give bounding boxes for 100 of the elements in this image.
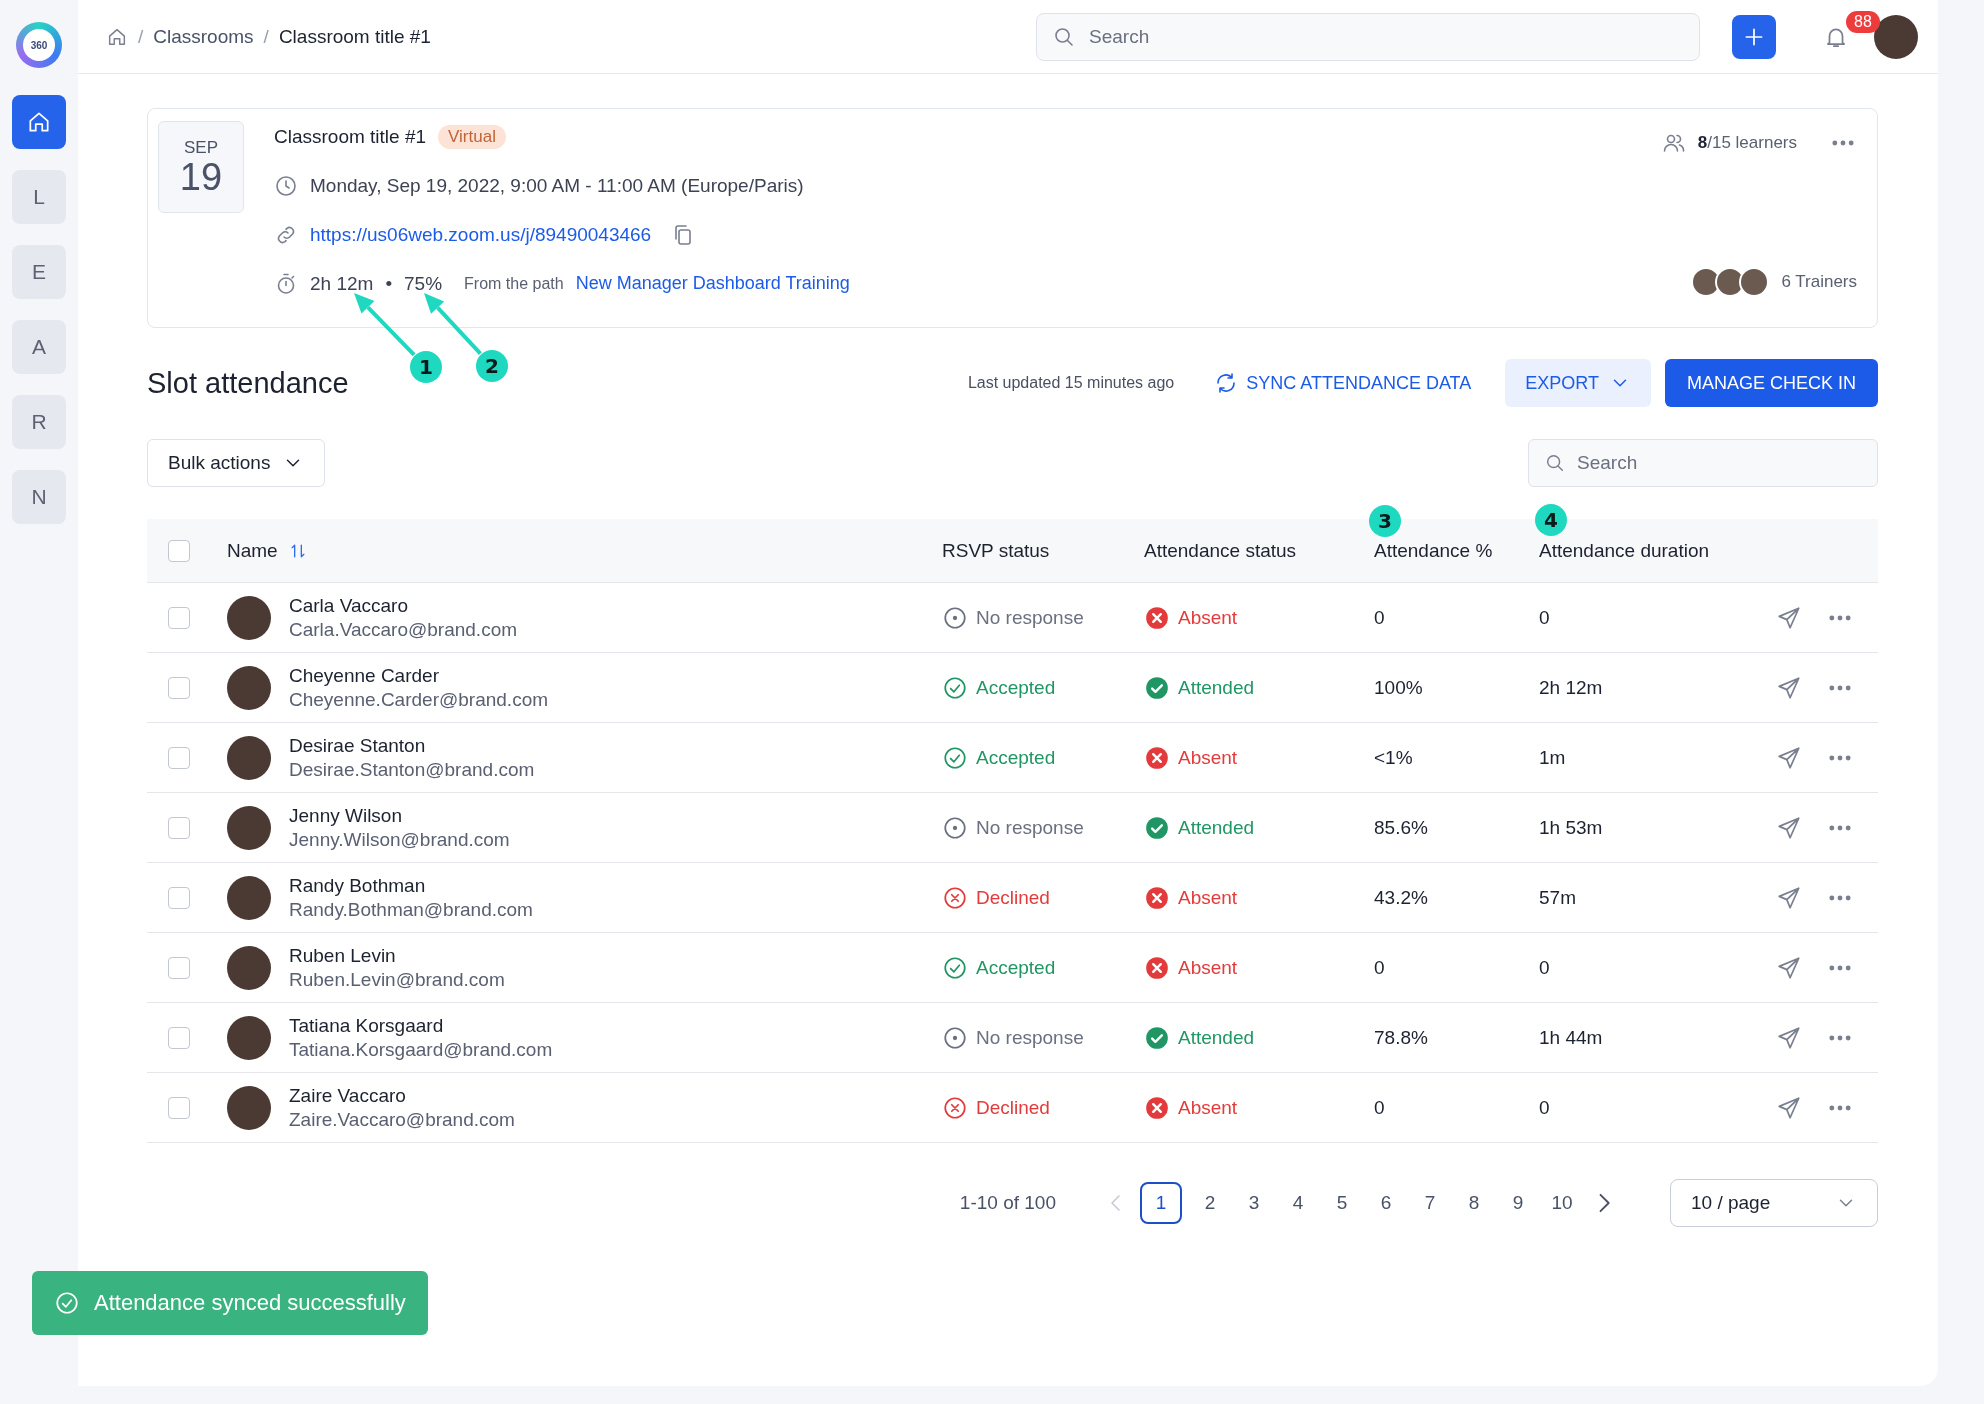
page-number[interactable]: 1	[1140, 1182, 1182, 1224]
person-name: Desirae Stanton	[289, 734, 427, 757]
page-number[interactable]: 6	[1370, 1184, 1402, 1222]
sidebar-item[interactable]: A	[12, 320, 66, 374]
completion-percent: 75%	[404, 272, 443, 295]
meeting-link[interactable]: https://us06web.zoom.us/j/89490043466	[310, 223, 652, 246]
person-email: Tatiana.Korsgaard@brand.com	[289, 1038, 553, 1061]
person-avatar	[227, 1085, 271, 1130]
page-number[interactable]: 5	[1326, 1184, 1358, 1222]
rsvp-status: No response	[976, 816, 1084, 839]
checkbox[interactable]	[168, 956, 190, 979]
checkbox[interactable]	[168, 539, 190, 562]
date-day: 19	[179, 158, 223, 196]
sidebar-item[interactable]: E	[12, 245, 66, 299]
send-icon[interactable]	[1776, 604, 1802, 631]
sidebar-item[interactable]: R	[12, 395, 66, 449]
date-month: SEP	[184, 138, 218, 158]
table-cell: <1%	[1374, 746, 1413, 769]
annotation-marker: 1	[410, 351, 442, 383]
trainers-count[interactable]: 6 Trainers	[1781, 271, 1857, 292]
toast-message: Attendance synced successfully	[94, 1290, 406, 1316]
person-email: Jenny.Wilson@brand.com	[289, 828, 510, 851]
search-field[interactable]: Search	[1036, 12, 1700, 61]
send-icon[interactable]	[1776, 674, 1802, 701]
person-name: Tatiana Korsgaard	[289, 1014, 445, 1037]
rsvp-status: No response	[976, 1026, 1084, 1049]
rsvp-status: No response	[976, 606, 1084, 629]
duration-text: 2h 12m	[310, 272, 374, 295]
send-icon[interactable]	[1776, 954, 1802, 981]
column-header[interactable]: Attendance duration	[1539, 539, 1710, 562]
attendance-status: Attended	[1178, 1026, 1255, 1049]
person-name: Ruben Levin	[289, 944, 397, 967]
table-cell: 0	[1374, 606, 1385, 629]
attendance-status: Absent	[1178, 886, 1238, 909]
send-icon[interactable]	[1776, 744, 1802, 771]
table-cell: 85.6%	[1374, 816, 1428, 839]
add-button[interactable]	[1732, 14, 1776, 59]
column-header[interactable]: Attendance status	[1144, 539, 1297, 562]
checkbox[interactable]	[168, 886, 190, 909]
schedule-text: Monday, Sep 19, 2022, 9:00 AM - 11:00 AM (Europe/Paris)	[310, 174, 804, 197]
page-number[interactable]: 2	[1194, 1184, 1226, 1222]
check-circle-icon	[54, 1290, 80, 1316]
page-number[interactable]: 8	[1458, 1184, 1490, 1222]
column-header[interactable]: Name	[227, 539, 278, 562]
clock-icon	[274, 173, 298, 198]
breadcrumb-item[interactable]: Classrooms	[153, 25, 254, 48]
path-link[interactable]: New Manager Dashboard Training	[575, 273, 850, 294]
page-number[interactable]: 4	[1282, 1184, 1314, 1222]
checkbox[interactable]	[168, 1026, 190, 1049]
person-avatar	[227, 945, 271, 990]
sidebar-item[interactable]: L	[12, 170, 66, 224]
export-button[interactable]: EXPORT	[1505, 359, 1651, 407]
app-logo[interactable]: 360	[16, 22, 62, 68]
table-cell: 100%	[1374, 676, 1423, 699]
person-avatar	[227, 595, 271, 640]
breadcrumb-separator: /	[263, 25, 269, 48]
send-icon[interactable]	[1776, 1024, 1802, 1051]
attendance-status: Attended	[1178, 676, 1255, 699]
page-number[interactable]: 9	[1502, 1184, 1534, 1222]
table-cell: 0	[1539, 1096, 1550, 1119]
page-size-dropdown[interactable]: 10 / page	[1670, 1179, 1878, 1227]
sync-button[interactable]: SYNC ATTENDANCE DATA	[1208, 370, 1478, 396]
rsvp-status: Accepted	[976, 746, 1056, 769]
table-cell: 0	[1539, 956, 1550, 979]
column-header[interactable]: RSVP status	[942, 539, 1050, 562]
column-header[interactable]: Attendance %	[1374, 539, 1493, 562]
checkbox[interactable]	[168, 816, 190, 839]
table-search-field[interactable]: Search	[1528, 439, 1878, 487]
sidebar-item[interactable]: N	[12, 470, 66, 524]
table-cell: 0	[1374, 1096, 1385, 1119]
checkbox[interactable]	[168, 676, 190, 699]
user-avatar[interactable]	[1874, 14, 1918, 59]
breadcrumb-separator: /	[138, 25, 144, 48]
page-number[interactable]: 7	[1414, 1184, 1446, 1222]
page-number[interactable]: 3	[1238, 1184, 1270, 1222]
send-icon[interactable]	[1776, 884, 1802, 911]
last-updated-text: Last updated 15 minutes ago	[967, 374, 1175, 392]
table-cell: 0	[1374, 956, 1385, 979]
table-cell: 78.8%	[1374, 1026, 1428, 1049]
virtual-tag: Virtual	[438, 124, 506, 149]
rsvp-status: Declined	[976, 1096, 1050, 1119]
table-cell: 57m	[1539, 886, 1576, 909]
home-nav-button[interactable]	[12, 95, 66, 149]
manage-check-in-button[interactable]: MANAGE CHECK IN	[1664, 359, 1878, 407]
send-icon[interactable]	[1776, 1094, 1802, 1121]
rsvp-status: Accepted	[976, 956, 1056, 979]
checkbox[interactable]	[168, 1096, 190, 1119]
checkbox[interactable]	[168, 746, 190, 769]
attendance-status: Absent	[1178, 956, 1238, 979]
person-avatar	[227, 665, 271, 710]
bulk-actions-dropdown[interactable]: Bulk actions	[147, 439, 326, 487]
table-cell: 2h 12m	[1539, 676, 1603, 699]
checkbox[interactable]	[168, 606, 190, 629]
annotation-marker: 3	[1369, 505, 1401, 537]
person-name: Jenny Wilson	[289, 804, 403, 827]
send-icon[interactable]	[1776, 814, 1802, 841]
path-label: From the path	[464, 274, 564, 293]
page-number[interactable]: 10	[1546, 1184, 1578, 1222]
rsvp-status: Accepted	[976, 676, 1056, 699]
separator-dot: •	[385, 272, 393, 295]
